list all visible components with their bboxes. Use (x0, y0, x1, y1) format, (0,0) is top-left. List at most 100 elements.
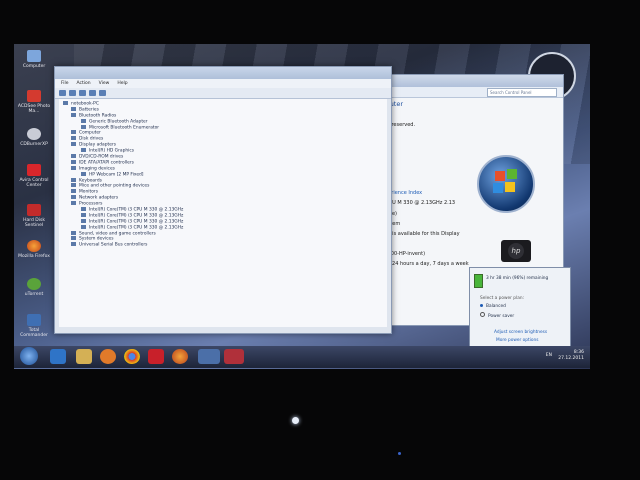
device-icon (71, 195, 76, 200)
device-icon (71, 177, 76, 182)
more-power-options-link[interactable]: More power options (496, 338, 539, 343)
desktop-icon-computer[interactable]: Computer (16, 50, 52, 69)
help-icon[interactable] (89, 90, 96, 96)
taskbar-player-icon[interactable] (148, 349, 164, 364)
desktop-icon-hdsentinel[interactable]: Hard Disk Sentinel (16, 204, 52, 228)
device-tree-label: Intel(R) Core(TM) i3 CPU M 330 @ 2.13GHz (89, 213, 184, 219)
taskbar-firefox-icon[interactable] (172, 349, 188, 364)
windows-flag-blue (493, 183, 503, 193)
device-tree-label: Processors (79, 201, 103, 207)
windows-logo-icon (477, 155, 535, 213)
device-tree-label: Intel(R) HD Graphics (89, 148, 135, 154)
desktop-icons: Computer ACDSee Photo Ma... CDBurnerXP A… (14, 44, 54, 344)
device-tree-label: Microsoft Bluetooth Enumerator (89, 125, 160, 131)
plan-power-saver[interactable]: Power saver (480, 312, 514, 319)
status-led-icon (398, 452, 401, 455)
taskbar-chrome-icon[interactable] (124, 349, 140, 364)
tray-language[interactable]: EN (546, 353, 552, 358)
computer-icon (27, 50, 41, 62)
desktop-icon-totalcmd[interactable]: Total Commander (16, 314, 52, 338)
desktop-screen: Computer ACDSee Photo Ma... CDBurnerXP A… (14, 44, 590, 369)
windows-flag-green (507, 169, 517, 179)
desktop-icon-avira[interactable]: Avira Control Center (16, 164, 52, 188)
plan-balanced[interactable]: Balanced (480, 304, 506, 309)
device-tree-label: Intel(R) Core(TM) i3 CPU M 330 @ 2.13GHz (89, 207, 184, 213)
device-icon (81, 212, 86, 217)
device-tree-label: Universal Serial Bus controllers (79, 242, 148, 248)
device-tree-label: Imaging devices (79, 166, 115, 172)
device-tree-label: Disk drives (79, 136, 104, 142)
acdsee-icon (27, 90, 41, 102)
avira-icon (27, 164, 41, 176)
properties-icon[interactable] (79, 90, 86, 96)
menu-help[interactable]: Help (117, 81, 127, 86)
clock-date: 27.12.2011 (558, 356, 584, 361)
taskbar-ie-icon[interactable] (50, 349, 66, 364)
power-plan-label: Select a power plan: (480, 296, 524, 301)
power-led-icon (292, 417, 299, 424)
device-icon (71, 189, 76, 194)
device-tree-label: Monitors (79, 189, 98, 195)
device-icon (71, 112, 76, 117)
desktop-icon-firefox[interactable]: Mozilla Firefox (16, 240, 52, 259)
device-icon (71, 159, 76, 164)
device-tree-label: HP Webcam [2 MP Fixed] (89, 172, 144, 178)
device-tree-label: Keyboards (79, 178, 102, 184)
desktop-icon-utorrent[interactable]: uTorrent (16, 278, 52, 297)
battery-status: 3 hr 38 min (96%) remaining (486, 276, 549, 281)
taskbar-media-icon[interactable] (100, 349, 116, 364)
device-icon (81, 148, 86, 153)
menu-file[interactable]: File (61, 81, 69, 86)
radio-powersaver-icon (480, 312, 485, 317)
taskbar-app-icon[interactable] (198, 349, 220, 364)
device-tree-label: Display adapters (79, 142, 117, 148)
device-manager-titlebar[interactable] (55, 67, 391, 79)
windows-flag-red (495, 171, 505, 181)
device-icon (81, 124, 86, 129)
taskbar-clock[interactable]: 8:36 27.12.2011 (558, 350, 584, 362)
device-tree-label: IDE ATA/ATAPI controllers (79, 160, 134, 166)
cdburner-icon (27, 128, 41, 140)
windows-flag-yellow (505, 182, 515, 192)
device-manager-menubar: File Action View Help (55, 79, 391, 88)
desktop-icon-acdsee[interactable]: ACDSee Photo Ma... (16, 90, 52, 114)
utorrent-icon (27, 278, 41, 290)
device-tree-label: Computer (79, 130, 101, 136)
device-tree-label: Network adapters (79, 195, 119, 201)
back-icon[interactable] (59, 90, 66, 96)
device-tree: notebook-PC Batteries Bluetooth Radios Gene… (59, 99, 387, 327)
device-icon (71, 242, 76, 247)
taskbar-explorer-icon[interactable] (76, 349, 92, 364)
scan-icon[interactable] (99, 90, 106, 96)
device-icon (71, 106, 76, 111)
search-input[interactable]: Search Control Panel (487, 88, 557, 97)
device-tree-label: Sound, video and game controllers (79, 231, 156, 237)
device-icon (71, 136, 76, 141)
device-icon (71, 165, 76, 170)
taskbar: EN 8:36 27.12.2011 (14, 346, 590, 368)
device-icon (71, 154, 76, 159)
device-tree-label: Intel(R) Core(TM) i3 CPU M 330 @ 2.13GHz (89, 219, 184, 225)
battery-fill (475, 275, 482, 287)
device-manager-window: File Action View Help notebook-PC Batteri… (54, 66, 392, 334)
radio-balanced-icon (480, 304, 483, 307)
firefox-icon (27, 240, 41, 252)
device-icon (71, 130, 76, 135)
menu-action[interactable]: Action (77, 81, 91, 86)
desktop-icon-cdburner[interactable]: CDBurnerXP (16, 128, 52, 147)
device-icon (71, 230, 76, 235)
menu-view[interactable]: View (99, 81, 110, 86)
device-tree-item[interactable]: Universal Serial Bus controllers (63, 242, 383, 248)
forward-icon[interactable] (69, 90, 76, 96)
device-manager-toolbar (55, 88, 391, 99)
device-icon (63, 101, 68, 105)
device-icon (71, 183, 76, 188)
adjust-brightness-link[interactable]: Adjust screen brightness (494, 330, 547, 335)
device-tree-label: DVD/CD-ROM drives (79, 154, 124, 160)
device-icon (81, 118, 86, 123)
taskbar-devmgr-icon[interactable] (224, 349, 244, 364)
device-tree-label: Intel(R) Core(TM) i3 CPU M 330 @ 2.13GHz (89, 225, 184, 231)
device-tree-label: Bluetooth Radios (79, 113, 117, 119)
device-icon (81, 224, 86, 229)
start-button[interactable] (20, 347, 38, 365)
